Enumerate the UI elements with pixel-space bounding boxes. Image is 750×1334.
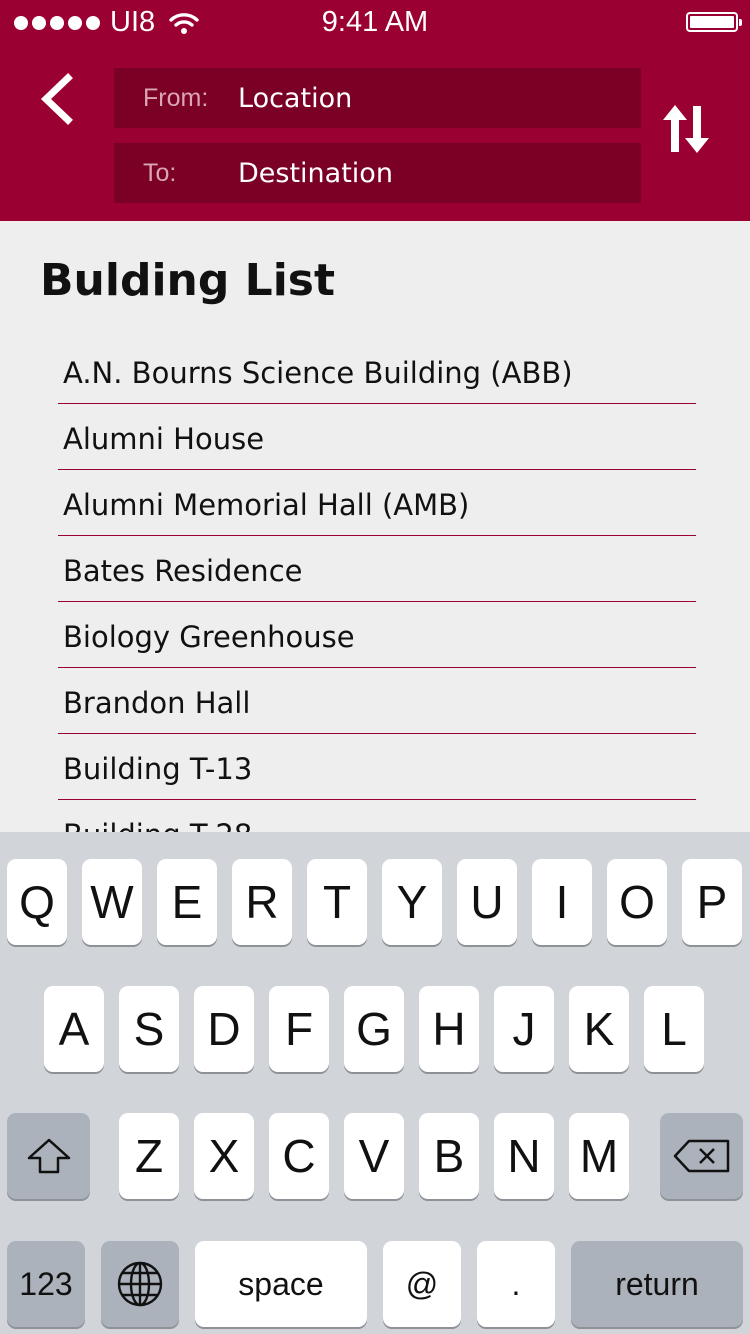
key-d[interactable]: D	[194, 986, 254, 1072]
key-e[interactable]: E	[157, 859, 217, 945]
shift-arrow-icon	[27, 1138, 70, 1174]
list-item[interactable]: Alumni House	[56, 406, 696, 470]
divider	[58, 535, 696, 536]
key-v[interactable]: V	[344, 1113, 404, 1199]
key-g[interactable]: G	[344, 986, 404, 1072]
to-value: Destination	[238, 157, 393, 189]
numbers-key[interactable]: 123	[7, 1241, 85, 1327]
list-item-label: Alumni Memorial Hall (AMB)	[63, 488, 470, 522]
swap-arrows-icon[interactable]	[660, 104, 712, 154]
divider	[58, 469, 696, 470]
key-j[interactable]: J	[494, 986, 554, 1072]
key-h[interactable]: H	[419, 986, 479, 1072]
back-chevron-icon[interactable]	[34, 72, 84, 126]
globe-key[interactable]	[101, 1241, 179, 1327]
key-f[interactable]: F	[269, 986, 329, 1072]
space-key[interactable]: space	[195, 1241, 367, 1327]
key-z[interactable]: Z	[119, 1113, 179, 1199]
keyboard: Q W E R T Y U I O P A S D F G H J K L Z …	[0, 832, 750, 1334]
key-m[interactable]: M	[569, 1113, 629, 1199]
list-item[interactable]: Alumni Memorial Hall (AMB)	[56, 472, 696, 536]
list-item[interactable]: Building T-13	[56, 736, 696, 800]
key-b[interactable]: B	[419, 1113, 479, 1199]
list-item-label: A.N. Bourns Science Building (ABB)	[63, 356, 573, 390]
to-field[interactable]: To: Destination	[114, 143, 641, 203]
status-bar: UI8 9:41 AM	[0, 0, 750, 44]
list-item-label: Alumni House	[63, 422, 265, 456]
list-item[interactable]: Biology Greenhouse	[56, 604, 696, 668]
list-item-label: Building T-13	[63, 752, 253, 786]
key-q[interactable]: Q	[7, 859, 67, 945]
dot-key[interactable]: .	[477, 1241, 555, 1327]
key-l[interactable]: L	[644, 986, 704, 1072]
at-key[interactable]: @	[383, 1241, 461, 1327]
key-w[interactable]: W	[82, 859, 142, 945]
list-item[interactable]: Bates Residence	[56, 538, 696, 602]
list-item-label: Biology Greenhouse	[63, 620, 355, 654]
list-item-label: Brandon Hall	[63, 686, 251, 720]
key-o[interactable]: O	[607, 859, 667, 945]
list-item-label: Building T-28	[63, 818, 252, 832]
from-value: Location	[238, 82, 353, 114]
divider	[58, 799, 696, 800]
key-a[interactable]: A	[44, 986, 104, 1072]
divider	[58, 403, 696, 404]
key-c[interactable]: C	[269, 1113, 329, 1199]
key-s[interactable]: S	[119, 986, 179, 1072]
key-i[interactable]: I	[532, 859, 592, 945]
key-p[interactable]: P	[682, 859, 742, 945]
divider	[58, 733, 696, 734]
divider	[58, 667, 696, 668]
from-field[interactable]: From: Location	[114, 68, 641, 128]
list-item-label: Bates Residence	[63, 554, 303, 588]
key-k[interactable]: K	[569, 986, 629, 1072]
list-item[interactable]: Brandon Hall	[56, 670, 696, 734]
key-r[interactable]: R	[232, 859, 292, 945]
key-y[interactable]: Y	[382, 859, 442, 945]
backspace-icon	[673, 1139, 729, 1173]
key-u[interactable]: U	[457, 859, 517, 945]
list-item[interactable]: Building T-28	[56, 802, 696, 832]
key-x[interactable]: X	[194, 1113, 254, 1199]
battery-icon	[686, 12, 742, 32]
key-t[interactable]: T	[307, 859, 367, 945]
building-list: A.N. Bourns Science Building (ABB) Alumn…	[0, 340, 750, 832]
backspace-key[interactable]	[660, 1113, 743, 1199]
to-label: To:	[143, 158, 177, 187]
from-label: From:	[143, 83, 209, 112]
list-item[interactable]: A.N. Bourns Science Building (ABB)	[56, 340, 696, 404]
globe-icon	[117, 1261, 163, 1307]
return-key[interactable]: return	[571, 1241, 743, 1327]
key-n[interactable]: N	[494, 1113, 554, 1199]
page-title: Bulding List	[40, 255, 336, 306]
divider	[58, 601, 696, 602]
shift-key[interactable]	[7, 1113, 90, 1199]
status-time: 9:41 AM	[321, 6, 429, 38]
header: UI8 9:41 AM From: Location To: Destinati…	[0, 0, 750, 221]
